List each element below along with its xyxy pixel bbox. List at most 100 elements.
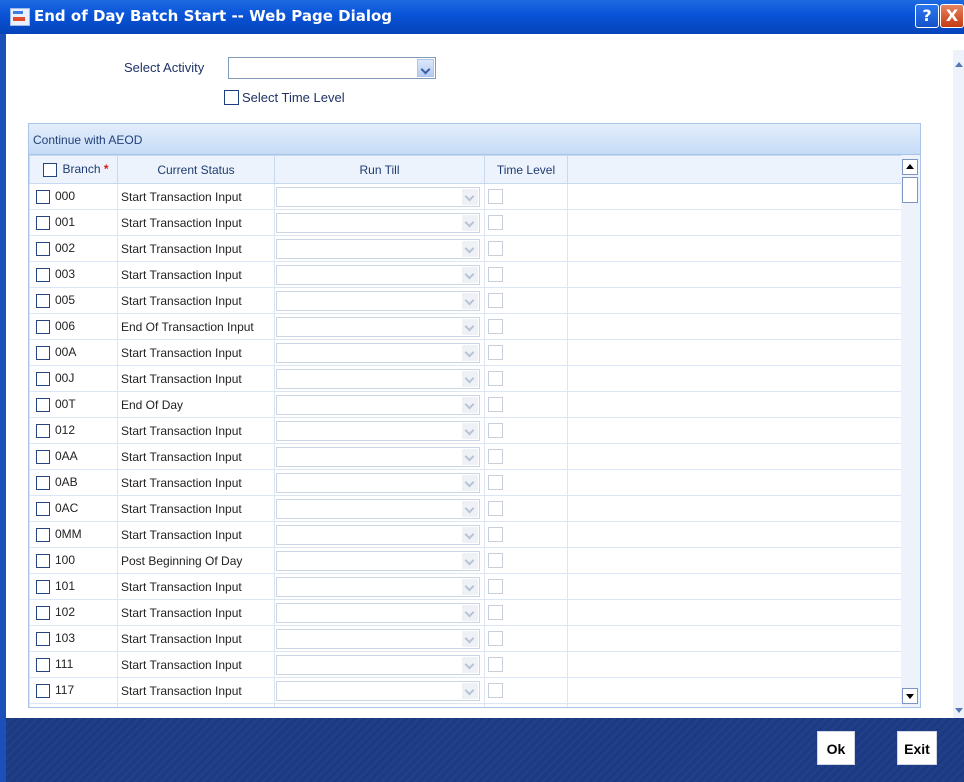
chevron-down-icon[interactable] (462, 266, 478, 283)
time-level-checkbox[interactable] (488, 189, 503, 205)
run-till-select[interactable] (276, 498, 480, 519)
time-level-checkbox[interactable] (488, 475, 503, 491)
run-till-select[interactable] (276, 680, 480, 701)
row-select-checkbox[interactable] (36, 423, 50, 438)
chevron-down-icon[interactable] (462, 604, 478, 621)
run-till-select[interactable] (276, 316, 480, 337)
run-till-select[interactable] (276, 238, 480, 259)
chevron-down-icon[interactable] (462, 552, 478, 569)
time-level-checkbox[interactable] (488, 345, 503, 361)
run-till-select[interactable] (276, 446, 480, 467)
time-level-checkbox[interactable] (488, 449, 503, 465)
run-till-select[interactable] (276, 706, 480, 707)
row-select-checkbox[interactable] (36, 553, 50, 568)
scroll-up-icon[interactable] (902, 159, 918, 175)
run-till-select[interactable] (276, 524, 480, 545)
scroll-down-icon[interactable] (902, 688, 918, 704)
grid-scrollbar[interactable] (901, 155, 920, 707)
run-till-select[interactable] (276, 602, 480, 623)
chevron-down-icon[interactable] (462, 240, 478, 257)
row-select-checkbox[interactable] (36, 215, 50, 230)
chevron-down-icon[interactable] (462, 370, 478, 387)
row-select-checkbox[interactable] (36, 683, 50, 698)
row-select-checkbox[interactable] (36, 605, 50, 620)
run-till-select[interactable] (276, 654, 480, 675)
time-level-checkbox[interactable] (488, 397, 503, 413)
time-level-checkbox[interactable] (488, 501, 503, 517)
chevron-down-icon[interactable] (462, 448, 478, 465)
run-till-select[interactable] (276, 212, 480, 233)
time-level-checkbox[interactable] (488, 371, 503, 387)
row-select-checkbox[interactable] (36, 657, 50, 672)
row-select-checkbox[interactable] (36, 267, 50, 282)
chevron-down-icon[interactable] (462, 318, 478, 335)
scroll-thumb[interactable] (902, 177, 918, 203)
chevron-down-icon[interactable] (462, 656, 478, 673)
time-level-checkbox[interactable] (488, 293, 503, 309)
row-select-checkbox[interactable] (36, 501, 50, 516)
row-select-checkbox[interactable] (36, 397, 50, 412)
chevron-down-icon[interactable] (462, 500, 478, 517)
chevron-down-icon[interactable] (462, 396, 478, 413)
time-level-checkbox[interactable] (488, 241, 503, 257)
select-all-checkbox[interactable] (43, 162, 58, 177)
row-select-checkbox[interactable] (36, 241, 50, 256)
row-select-checkbox[interactable] (36, 631, 50, 646)
run-till-select[interactable] (276, 264, 480, 285)
row-select-checkbox[interactable] (36, 319, 50, 334)
run-till-select[interactable] (276, 420, 480, 441)
run-till-select[interactable] (276, 290, 480, 311)
run-till-cell (274, 651, 485, 678)
table-row: 103 Start Transaction Input (29, 625, 901, 652)
time-level-checkbox[interactable] (488, 527, 503, 543)
chevron-down-icon[interactable] (462, 214, 478, 231)
select-time-level-checkbox[interactable] (224, 90, 239, 105)
run-till-select[interactable] (276, 368, 480, 389)
row-select-checkbox[interactable] (36, 371, 50, 386)
chevron-down-icon[interactable] (462, 682, 478, 699)
time-level-checkbox[interactable] (488, 423, 503, 439)
row-select-checkbox[interactable] (36, 345, 50, 360)
select-activity-dropdown[interactable] (228, 57, 436, 79)
chevron-down-icon[interactable] (462, 578, 478, 595)
status-cell: End Of Transaction Input (117, 313, 275, 340)
run-till-select[interactable] (276, 550, 480, 571)
chevron-down-icon[interactable] (462, 292, 478, 309)
time-level-checkbox[interactable] (488, 605, 503, 621)
run-till-select[interactable] (276, 472, 480, 493)
row-select-checkbox[interactable] (36, 527, 50, 542)
page-scrollbar[interactable] (953, 50, 964, 718)
help-button[interactable]: ? (915, 4, 939, 28)
chevron-down-icon[interactable] (462, 630, 478, 647)
run-till-select[interactable] (276, 628, 480, 649)
chevron-down-icon[interactable] (462, 344, 478, 361)
ok-button[interactable]: Ok (817, 731, 855, 765)
time-level-checkbox[interactable] (488, 683, 503, 699)
chevron-down-icon[interactable] (417, 59, 434, 77)
time-level-checkbox[interactable] (488, 319, 503, 335)
time-level-checkbox[interactable] (488, 553, 503, 569)
close-button[interactable]: X (940, 4, 964, 28)
time-level-checkbox[interactable] (488, 631, 503, 647)
row-select-checkbox[interactable] (36, 293, 50, 308)
row-select-checkbox[interactable] (36, 579, 50, 594)
chevron-down-icon[interactable] (462, 422, 478, 439)
time-level-checkbox[interactable] (488, 657, 503, 673)
chevron-down-icon[interactable] (462, 188, 478, 205)
row-select-checkbox[interactable] (36, 449, 50, 464)
time-level-checkbox[interactable] (488, 579, 503, 595)
run-till-select[interactable] (276, 186, 480, 207)
chevron-down-icon[interactable] (462, 474, 478, 491)
exit-button[interactable]: Exit (897, 731, 937, 765)
time-level-checkbox[interactable] (488, 267, 503, 283)
chevron-down-icon[interactable] (462, 526, 478, 543)
run-till-cell (274, 573, 485, 600)
run-till-select[interactable] (276, 394, 480, 415)
time-level-checkbox[interactable] (488, 215, 503, 231)
page-scroll-down-icon[interactable] (953, 706, 964, 716)
run-till-select[interactable] (276, 576, 480, 597)
run-till-select[interactable] (276, 342, 480, 363)
row-select-checkbox[interactable] (36, 475, 50, 490)
page-scroll-up-icon[interactable] (953, 60, 964, 70)
row-select-checkbox[interactable] (36, 189, 50, 204)
